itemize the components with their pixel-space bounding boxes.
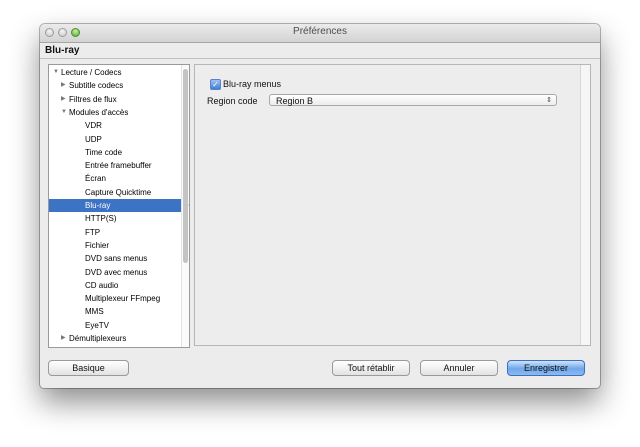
tree-item[interactable]: Multiplexeur FFmpeg bbox=[49, 292, 181, 305]
tree-item[interactable]: CD audio bbox=[49, 279, 181, 292]
panel-scrollbar[interactable] bbox=[580, 65, 590, 345]
tree-item[interactable]: ▶ Filtres de flux bbox=[49, 93, 181, 106]
basic-button[interactable]: Basique bbox=[48, 360, 129, 376]
tree-item-label: DVD avec menus bbox=[85, 267, 148, 277]
title-bar[interactable]: Préférences bbox=[40, 24, 600, 43]
tree-item-label: Multiplexeur FFmpeg bbox=[85, 294, 161, 304]
tree-item-label: Filtres de flux bbox=[69, 94, 117, 104]
region-code-value: Region B bbox=[276, 96, 314, 106]
bluray-menus-label: Blu-ray menus bbox=[223, 79, 282, 89]
tree-item[interactable]: ▶ Subtitle codecs bbox=[49, 79, 181, 92]
tree-item[interactable]: VDR bbox=[49, 119, 181, 132]
tree-item[interactable]: UDP bbox=[49, 133, 181, 146]
tree-item-label: EyeTV bbox=[85, 320, 110, 330]
tree-item[interactable]: MMS bbox=[49, 305, 181, 318]
disclosure-open-icon[interactable]: ▼ bbox=[53, 66, 59, 79]
tree-item-label: Entrée framebuffer bbox=[85, 161, 152, 171]
disclosure-closed-icon[interactable]: ▶ bbox=[61, 79, 66, 92]
tree-item-label: Lecture / Codecs bbox=[61, 68, 122, 77]
tree-item[interactable]: Capture Quicktime bbox=[49, 186, 181, 199]
tree-item-label: Écran bbox=[85, 174, 106, 184]
tree-item[interactable]: DVD sans menus bbox=[49, 252, 181, 265]
tree-item-label: Modules d'accès bbox=[69, 107, 129, 117]
region-code-label: Region code bbox=[207, 96, 258, 106]
region-code-select[interactable]: Region B ⇕ bbox=[269, 94, 557, 106]
header-divider bbox=[40, 58, 600, 59]
disclosure-closed-icon[interactable]: ▶ bbox=[61, 93, 66, 106]
reset-all-button[interactable]: Tout rétablir bbox=[332, 360, 410, 376]
section-title: Blu-ray bbox=[45, 45, 80, 56]
tree-item[interactable]: DVD avec menus bbox=[49, 266, 181, 279]
tree-item-label: Capture Quicktime bbox=[85, 187, 152, 197]
tree-item[interactable]: ▶ Démultiplexeurs bbox=[49, 332, 181, 345]
tree-item[interactable]: HTTP(S) bbox=[49, 212, 181, 225]
tree-item[interactable]: Entrée framebuffer bbox=[49, 159, 181, 172]
tree-item[interactable]: FTP bbox=[49, 226, 181, 239]
tree-item-label: Blu-ray bbox=[85, 201, 111, 210]
tree-item-label: UDP bbox=[85, 134, 102, 144]
tree-item-label: Fichier bbox=[85, 240, 110, 250]
tree-item[interactable]: Blu-ray bbox=[49, 199, 181, 212]
tree-scrollbar-thumb[interactable] bbox=[183, 69, 188, 263]
window-title: Préférences bbox=[293, 26, 347, 37]
tree-item[interactable]: ▼ Modules d'accès bbox=[49, 106, 181, 119]
tree-item-label: VDR bbox=[85, 121, 102, 131]
tree-item[interactable]: Fichier bbox=[49, 239, 181, 252]
tree-item[interactable]: Écran bbox=[49, 172, 181, 185]
bluray-menus-checkbox[interactable]: ✓ bbox=[210, 79, 221, 90]
save-button[interactable]: Enregistrer bbox=[507, 360, 585, 376]
tree-item-label: CD audio bbox=[85, 280, 119, 290]
tree-item[interactable]: Time code bbox=[49, 146, 181, 159]
preferences-window: Préférences Blu-ray ▶ Démultiplexeurs EyeT… bbox=[40, 24, 600, 388]
split-resize-handle[interactable]: ‹ bbox=[188, 202, 190, 209]
tree-item[interactable]: ▼ Lecture / Codecs bbox=[49, 66, 181, 79]
tree-item[interactable]: EyeTV bbox=[49, 319, 181, 332]
settings-tree: ▶ Démultiplexeurs EyeTV MMS Multiplexeur FFm… bbox=[48, 64, 190, 348]
tree-item-label: DVD sans menus bbox=[85, 254, 148, 264]
tree-item-label: MMS bbox=[85, 307, 104, 317]
cancel-button[interactable]: Annuler bbox=[420, 360, 498, 376]
tree-item-label: Time code bbox=[85, 147, 123, 157]
settings-panel: ✓ Blu-ray menus Region code Region B ⇕ bbox=[194, 64, 591, 346]
tree-item-label: Démultiplexeurs bbox=[69, 334, 127, 343]
disclosure-closed-icon[interactable]: ▶ bbox=[61, 332, 66, 345]
tree-item-label: Subtitle codecs bbox=[69, 81, 124, 91]
tree-item-label: FTP bbox=[85, 227, 101, 237]
tree-item-label: HTTP(S) bbox=[85, 214, 117, 224]
disclosure-open-icon[interactable]: ▼ bbox=[61, 106, 67, 119]
select-arrows-icon: ⇕ bbox=[546, 97, 552, 104]
